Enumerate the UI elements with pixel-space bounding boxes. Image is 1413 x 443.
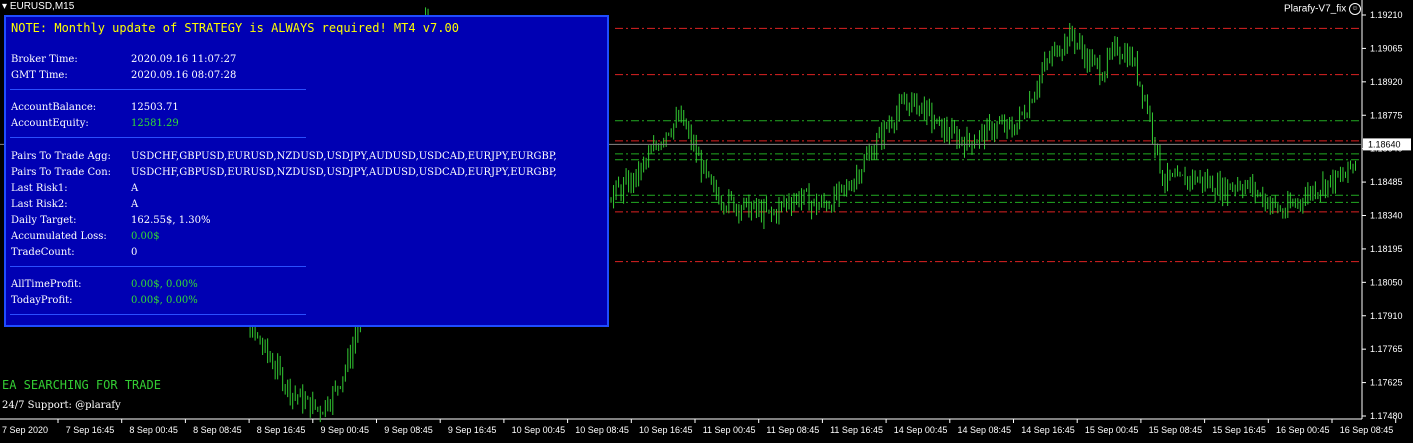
price-tick-label: 1.19065 xyxy=(1370,43,1403,53)
price-tick-label: 1.17910 xyxy=(1370,311,1403,321)
gmt-time-row: GMT Time: 2020.09.16 08:07:28 xyxy=(11,70,236,81)
row-value: 12503.71 xyxy=(131,102,179,113)
row-label: AccountEquity: xyxy=(11,118,89,129)
current-price-label: 1.18640 xyxy=(1368,139,1401,149)
row-value: 2020.09.16 08:07:28 xyxy=(131,70,237,81)
row-value: A xyxy=(131,183,139,194)
price-tick-label: 1.18920 xyxy=(1370,77,1403,87)
time-tick-label: 14 Sep 16:45 xyxy=(1021,425,1075,435)
row-value: 0 xyxy=(131,247,138,258)
time-tick-label: 16 Sep 08:45 xyxy=(1340,425,1394,435)
time-tick-label: 7 Sep 16:45 xyxy=(66,425,115,435)
row-label: GMT Time: xyxy=(11,70,68,81)
price-tick-label: 1.19210 xyxy=(1370,10,1403,20)
smiley-icon[interactable]: ☺ xyxy=(1349,3,1361,15)
time-tick-label: 15 Sep 16:45 xyxy=(1212,425,1266,435)
row-value: 162.55$, 1.30% xyxy=(131,215,211,226)
row-value: A xyxy=(131,199,139,210)
divider xyxy=(10,314,306,315)
row-label: TradeCount: xyxy=(11,247,75,258)
account-equity-row: AccountEquity: 12581.29 xyxy=(11,118,179,129)
row-value: 2020.09.16 11:07:27 xyxy=(131,54,237,65)
ea-status-text: EA SEARCHING FOR TRADE xyxy=(2,378,161,392)
time-tick-label: 8 Sep 00:45 xyxy=(129,425,178,435)
row-label: AccountBalance: xyxy=(11,102,97,113)
time-tick-label: 9 Sep 00:45 xyxy=(321,425,370,435)
row-value: USDCHF,GBPUSD,EURUSD,NZDUSD,USDJPY,AUDUS… xyxy=(131,151,557,162)
row-label: AllTimeProfit: xyxy=(11,279,82,290)
row-label: Last Risk1: xyxy=(11,183,68,194)
ea-name: Plarafy-V7_fix xyxy=(1283,3,1347,15)
row-label: Broker Time: xyxy=(11,54,78,65)
row-value: 0.00$ xyxy=(131,231,160,242)
time-tick-label: 14 Sep 00:45 xyxy=(894,425,948,435)
menu-triangle-icon[interactable]: ▾ xyxy=(2,1,7,12)
time-tick-label: 7 Sep 2020 xyxy=(2,425,48,435)
time-tick-label: 10 Sep 08:45 xyxy=(575,425,629,435)
row-value: 0.00$, 0.00% xyxy=(131,295,198,306)
price-tick-label: 1.18340 xyxy=(1370,211,1403,221)
row-value: 0.00$, 0.00% xyxy=(131,279,198,290)
time-tick-label: 15 Sep 08:45 xyxy=(1149,425,1203,435)
price-tick-label: 1.17625 xyxy=(1370,378,1403,388)
last-risk2-row: Last Risk2: A xyxy=(11,199,138,210)
time-tick-label: 9 Sep 16:45 xyxy=(448,425,497,435)
price-tick-label: 1.17765 xyxy=(1370,344,1403,354)
note-text: NOTE: Monthly update of STRATEGY is ALWA… xyxy=(11,21,459,35)
last-risk1-row: Last Risk1: A xyxy=(11,183,138,194)
symbol-label: EURUSD,M15 xyxy=(9,1,75,12)
account-balance-row: AccountBalance: 12503.71 xyxy=(11,102,179,113)
price-tick-label: 1.18050 xyxy=(1370,277,1403,287)
time-tick-label: 10 Sep 00:45 xyxy=(512,425,566,435)
today-profit-row: TodayProfit: 0.00$, 0.00% xyxy=(11,295,198,306)
row-value: 12581.29 xyxy=(131,118,179,129)
row-label: Daily Target: xyxy=(11,215,77,226)
divider xyxy=(10,89,306,90)
row-value: USDCHF,GBPUSD,EURUSD,NZDUSD,USDJPY,AUDUS… xyxy=(131,167,557,178)
support-text: 24/7 Support: @plarafy xyxy=(2,400,121,411)
time-tick-label: 11 Sep 08:45 xyxy=(766,425,819,435)
pairs-agg-row: Pairs To Trade Agg: USDCHF,GBPUSD,EURUSD,… xyxy=(11,151,557,162)
daily-target-row: Daily Target: 162.55$, 1.30% xyxy=(11,215,210,226)
time-tick-label: 10 Sep 16:45 xyxy=(639,425,693,435)
row-label: Pairs To Trade Con: xyxy=(11,167,112,178)
all-time-profit-row: AllTimeProfit: 0.00$, 0.00% xyxy=(11,279,198,290)
time-tick-label: 11 Sep 16:45 xyxy=(830,425,883,435)
price-tick-label: 1.18775 xyxy=(1370,110,1403,120)
row-label: Accumulated Loss: xyxy=(11,231,107,242)
info-panel: NOTE: Monthly update of STRATEGY is ALWA… xyxy=(4,15,609,327)
time-tick-label: 8 Sep 16:45 xyxy=(257,425,306,435)
divider xyxy=(10,137,306,138)
price-tick-label: 1.18195 xyxy=(1370,244,1403,254)
symbol-title: ▾ EURUSD,M15 xyxy=(2,1,74,12)
time-tick-label: 15 Sep 00:45 xyxy=(1085,425,1139,435)
broker-time-row: Broker Time: 2020.09.16 11:07:27 xyxy=(11,54,236,65)
ea-name-label: Plarafy-V7_fix ☺ xyxy=(1284,3,1361,15)
trade-count-row: TradeCount: 0 xyxy=(11,247,137,258)
accumulated-loss-row: Accumulated Loss: 0.00$ xyxy=(11,231,160,242)
time-tick-label: 16 Sep 00:45 xyxy=(1276,425,1330,435)
row-label: TodayProfit: xyxy=(11,295,73,306)
divider xyxy=(10,266,306,267)
time-tick-label: 9 Sep 08:45 xyxy=(384,425,433,435)
time-tick-label: 14 Sep 08:45 xyxy=(958,425,1012,435)
row-label: Pairs To Trade Agg: xyxy=(11,151,111,162)
row-label: Last Risk2: xyxy=(11,199,68,210)
pairs-con-row: Pairs To Trade Con: USDCHF,GBPUSD,EURUSD,… xyxy=(11,167,557,178)
time-tick-label: 8 Sep 08:45 xyxy=(193,425,242,435)
price-tick-label: 1.17480 xyxy=(1370,411,1403,421)
price-tick-label: 1.18485 xyxy=(1370,177,1403,187)
time-tick-label: 11 Sep 00:45 xyxy=(703,425,756,435)
